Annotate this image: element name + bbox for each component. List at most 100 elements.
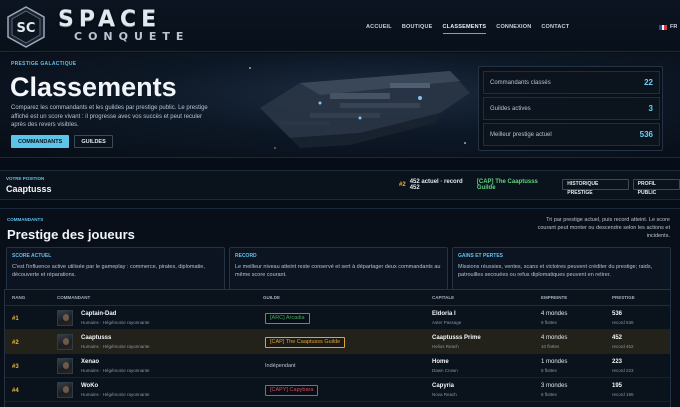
stat-label: Meilleur prestige actuel	[490, 131, 552, 138]
column-header-commandant[interactable]: COMMANDANT	[57, 295, 90, 300]
logo-subtitle: CONQUETE	[74, 30, 190, 43]
table-row[interactable]: #1 Captain-Dad Humains · Hégémonie rayonna…	[5, 306, 670, 330]
prestige-record: record 536	[612, 320, 634, 325]
main-nav: ACCUEIL BOUTIQUE CLASSEMENTS CONNEXION C…	[366, 24, 569, 34]
footprint-worlds: 4 mondes	[541, 335, 568, 341]
footprint-worlds: 3 mondes	[541, 383, 568, 389]
language-switch[interactable]: FR	[659, 24, 677, 30]
public-profile-button[interactable]: PROFIL PUBLIC	[632, 179, 680, 196]
guildes-button[interactable]: GUILDES	[74, 135, 113, 148]
table-row[interactable]: #4 WoKo Humains · Hégémonie rayonnante [CAP…	[5, 378, 670, 402]
capital-region: Helios Reach	[432, 344, 459, 349]
nav-boutique[interactable]: BOUTIQUE	[402, 24, 433, 34]
avatar[interactable]	[57, 358, 73, 374]
capital-region: Nova Reach	[432, 392, 457, 397]
section-title: Prestige des joueurs	[7, 227, 135, 242]
prestige-section: COMMANDANTS Prestige des joueurs Tri par…	[0, 208, 680, 407]
spaceship-illustration	[249, 67, 470, 149]
section-eyebrow: COMMANDANTS	[7, 217, 44, 222]
footprint-fleets: 6 flottes	[541, 392, 557, 397]
capital-name: Capyria	[432, 383, 455, 389]
guild-name: Indépendant	[265, 363, 296, 369]
position-rank: #2	[399, 181, 406, 188]
nav-accueil[interactable]: ACCUEIL	[366, 24, 392, 34]
prestige-value: 223	[612, 359, 623, 365]
stat-commandants: Commandants classés 22	[483, 71, 660, 94]
prestige-record: record 452	[612, 344, 634, 349]
stat-label: Guildes actives	[490, 105, 531, 112]
commander-name[interactable]: WoKo	[81, 383, 98, 389]
info-card-record: RECORD Le meilleur niveau atteint reste …	[229, 247, 448, 293]
footprint-fleets: 9 flottes	[541, 320, 557, 325]
commander-faction: Humains · Hégémonie rayonnante	[81, 392, 150, 397]
capital-region: Dawn Crown	[432, 368, 458, 373]
stat-guildes: Guildes actives 3	[483, 97, 660, 120]
avatar[interactable]	[57, 310, 73, 326]
row-rank: #3	[12, 364, 19, 370]
hero-button-group: COMMANDANTS GUILDES	[11, 135, 113, 148]
french-flag-icon	[659, 24, 668, 30]
avatar[interactable]	[57, 334, 73, 350]
position-details: #2 452 actuel · record 452 [CAP] The Caa…	[399, 178, 680, 196]
stats-panel: Commandants classés 22 Guildes actives 3…	[478, 66, 663, 151]
commander-faction: Humains · Hégémonie rayonnante	[81, 320, 150, 325]
info-card-text: Le meilleur niveau atteint reste conserv…	[235, 264, 441, 278]
column-header-rang[interactable]: RANG	[12, 295, 25, 300]
stat-value: 3	[648, 104, 653, 113]
hero-section: PRESTIGE GALACTIQUE Classements Comparez…	[0, 53, 680, 158]
column-header-capitale[interactable]: CAPITALE	[432, 295, 454, 300]
info-card-title: RECORD	[235, 253, 257, 259]
stat-meilleur-prestige: Meilleur prestige actuel 536	[483, 123, 660, 146]
site-header: SC SPACE CONQUETE ACCUEIL BOUTIQUE CLASS…	[0, 0, 680, 52]
commander-faction: Humains · Hégémonie rayonnante	[81, 368, 150, 373]
guild-tag[interactable]: [CAP] The Caaptusss Guilde	[265, 337, 346, 348]
guild-tag[interactable]: [CAPY] Capybara	[265, 385, 319, 396]
prestige-record: record 195	[612, 392, 634, 397]
position-guild: [CAP] The Caaptusss Guilde	[476, 178, 538, 191]
info-card-gains-pertes: GAINS ET PERTES Missions réussies, vente…	[452, 247, 671, 293]
capital-name: Eldoria I	[432, 311, 456, 317]
svg-text:SC: SC	[17, 21, 36, 36]
table-row[interactable]: #2 Caaptusss Humains · Hégémonie rayonnant…	[5, 330, 670, 354]
info-card-text: C'est l'influence active utilisée par le…	[12, 264, 205, 278]
column-header-empreinte[interactable]: EMPREINTE	[541, 295, 567, 300]
avatar[interactable]	[57, 382, 73, 398]
logo-emblem-icon[interactable]: SC	[6, 6, 46, 48]
prestige-value: 195	[612, 383, 623, 389]
prestige-record: record 223	[612, 368, 634, 373]
commander-name[interactable]: Caaptusss	[81, 335, 111, 341]
commandants-button[interactable]: COMMANDANTS	[11, 135, 70, 148]
position-eyebrow: VOTRE POSITION	[6, 176, 45, 181]
nav-contact[interactable]: CONTACT	[541, 24, 569, 34]
nav-connexion[interactable]: CONNEXION	[496, 24, 531, 34]
hero-eyebrow: PRESTIGE GALACTIQUE	[11, 61, 77, 67]
info-card-title: GAINS ET PERTES	[458, 253, 504, 259]
your-position-bar: VOTRE POSITION Caaptusss #2 452 actuel ·…	[0, 170, 680, 200]
column-header-guilde[interactable]: GUILDE	[263, 295, 280, 300]
commander-faction: Humains · Hégémonie rayonnante	[81, 344, 150, 349]
history-prestige-button[interactable]: HISTORIQUE PRESTIGE	[562, 179, 629, 196]
commander-name[interactable]: Captain-Dad	[81, 311, 116, 317]
info-card-title: SCORE ACTUEL	[12, 253, 52, 259]
row-rank: #1	[12, 316, 19, 322]
stat-label: Commandants classés	[490, 79, 551, 86]
footprint-worlds: 4 mondes	[541, 311, 568, 317]
table-header: RANG COMMANDANT GUILDE CAPITALE EMPREINT…	[5, 290, 670, 306]
column-header-prestige[interactable]: PRESTIGE	[612, 295, 635, 300]
stat-value: 22	[644, 78, 653, 87]
nav-classements[interactable]: CLASSEMENTS	[442, 24, 487, 34]
position-name: Caaptusss	[6, 184, 52, 194]
prestige-table: RANG COMMANDANT GUILDE CAPITALE EMPREINT…	[4, 289, 671, 407]
table-row[interactable]: #3 Xenao Humains · Hégémonie rayonnante Ind…	[5, 354, 670, 378]
footprint-fleets: 10 flottes	[541, 344, 560, 349]
prestige-value: 452	[612, 335, 623, 341]
capital-name: Home	[432, 359, 449, 365]
commander-name[interactable]: Xenao	[81, 359, 99, 365]
guild-tag[interactable]: [ARC] Arcadia	[265, 313, 310, 324]
hero-description: Comparez les commandants et les guildes …	[11, 105, 208, 128]
language-label: FR	[670, 24, 678, 30]
row-rank: #2	[12, 340, 19, 346]
stat-value: 536	[639, 130, 653, 139]
logo-title[interactable]: SPACE	[58, 9, 161, 31]
info-card-text: Missions réussies, ventes, scans et vict…	[458, 264, 653, 278]
